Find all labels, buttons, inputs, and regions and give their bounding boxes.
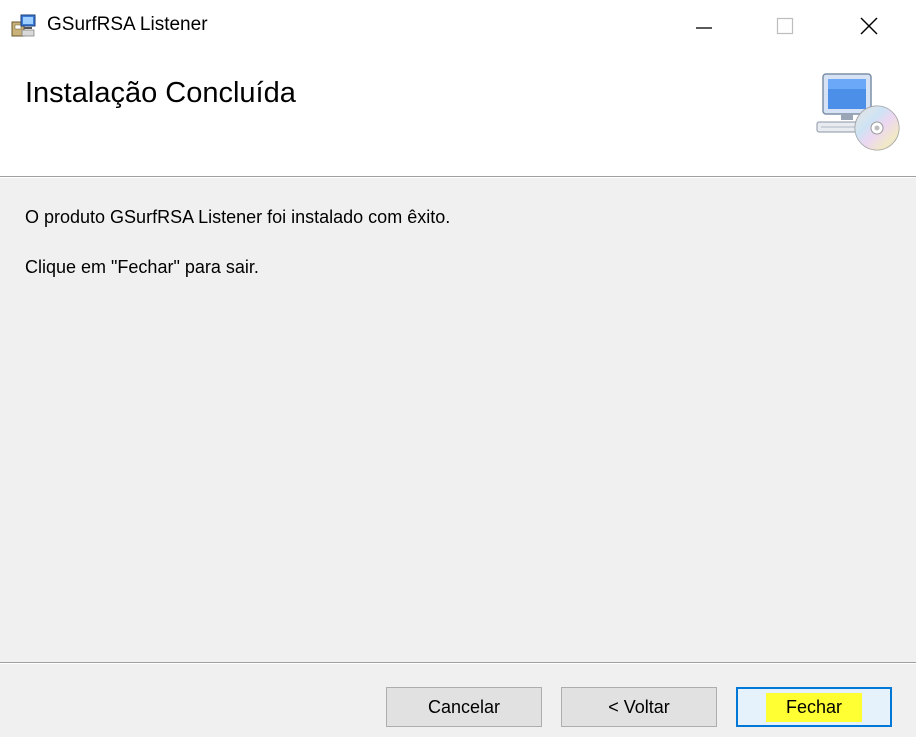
instruction-message: Clique em "Fechar" para sair. (25, 257, 259, 277)
footer-divider (0, 662, 916, 664)
finish-close-button-label: Fechar (765, 692, 863, 722)
title-bar[interactable]: GSurfRSA Listener (0, 0, 916, 52)
page-title: Instalação Concluída (25, 77, 296, 109)
installer-window: GSurfRSA Listener Instalação Concluída O… (0, 0, 916, 737)
finish-close-button[interactable]: Fechar (736, 687, 892, 727)
back-button-label: < Voltar (608, 696, 670, 717)
cancel-button[interactable]: Cancelar (386, 687, 542, 727)
back-button[interactable]: < Voltar (561, 687, 717, 727)
window-title: GSurfRSA Listener (47, 14, 208, 35)
wizard-header: Instalação Concluída (0, 52, 916, 176)
header-divider (0, 176, 916, 178)
minimize-button[interactable] (664, 0, 744, 52)
cancel-button-label: Cancelar (427, 696, 501, 717)
installer-app-icon (11, 14, 36, 37)
close-window-button[interactable] (829, 0, 909, 52)
minimize-icon (696, 27, 712, 29)
success-message: O produto GSurfRSA Listener foi instalad… (25, 207, 451, 227)
maximize-icon (776, 17, 794, 35)
computer-cd-icon (816, 73, 900, 151)
maximize-button[interactable] (745, 0, 825, 52)
close-icon (860, 17, 878, 35)
